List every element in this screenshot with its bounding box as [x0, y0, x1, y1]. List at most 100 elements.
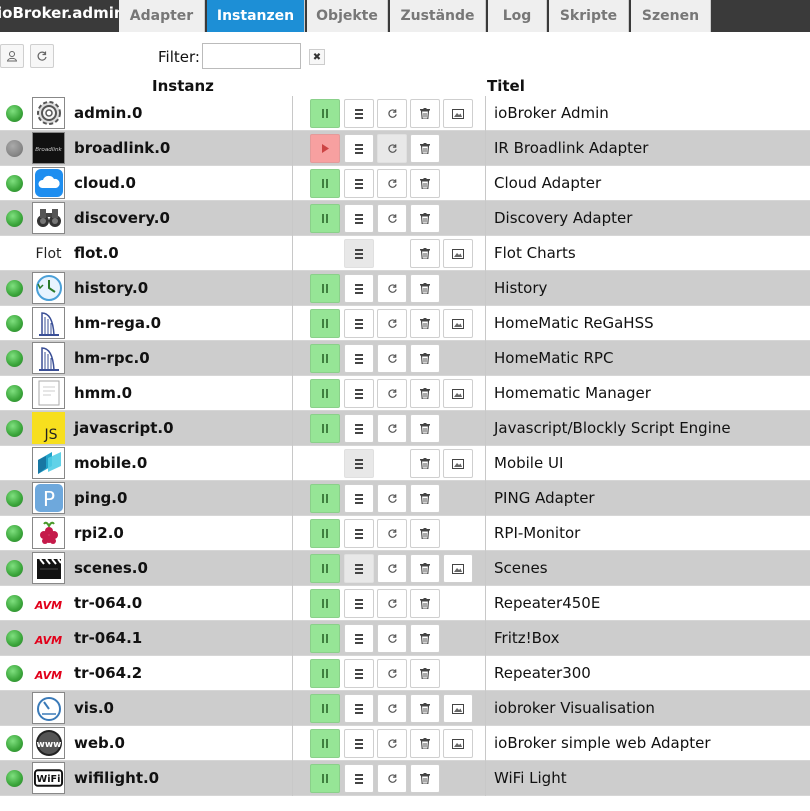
open-web-button[interactable]: [443, 99, 473, 128]
open-web-button[interactable]: [443, 554, 473, 583]
pause-instance-button[interactable]: [310, 519, 340, 548]
delete-button[interactable]: [410, 169, 440, 198]
open-web-button[interactable]: [443, 449, 473, 478]
pause-instance-button[interactable]: [310, 309, 340, 338]
pause-instance-button[interactable]: [310, 379, 340, 408]
tab-adapter[interactable]: Adapter: [119, 0, 205, 32]
tab-skripte[interactable]: Skripte: [549, 0, 629, 32]
pause-instance-button[interactable]: [310, 624, 340, 653]
config-button[interactable]: [344, 99, 374, 128]
config-button[interactable]: [344, 134, 374, 163]
config-button[interactable]: [344, 589, 374, 618]
config-button[interactable]: [344, 659, 374, 688]
homematic-icon: [32, 342, 65, 374]
config-button[interactable]: [344, 204, 374, 233]
pause-instance-button[interactable]: [310, 484, 340, 513]
config-button[interactable]: [344, 274, 374, 303]
reload-button[interactable]: [377, 589, 407, 618]
delete-button[interactable]: [410, 729, 440, 758]
reload-button[interactable]: [377, 729, 407, 758]
delete-button[interactable]: [410, 204, 440, 233]
reload-button[interactable]: [377, 169, 407, 198]
reload-button[interactable]: [377, 624, 407, 653]
pause-instance-button[interactable]: [310, 729, 340, 758]
config-button[interactable]: [344, 379, 374, 408]
config-button[interactable]: [344, 624, 374, 653]
delete-button[interactable]: [410, 624, 440, 653]
reload-button[interactable]: [377, 519, 407, 548]
config-button[interactable]: [344, 169, 374, 198]
ping-icon: P: [32, 482, 65, 514]
delete-button[interactable]: [410, 309, 440, 338]
delete-button[interactable]: [410, 379, 440, 408]
reload-button[interactable]: [377, 414, 407, 443]
header-title: Titel: [487, 77, 525, 95]
instance-name: admin.0: [74, 104, 143, 122]
tab-objekte[interactable]: Objekte: [307, 0, 388, 32]
reload-button[interactable]: [377, 379, 407, 408]
config-button[interactable]: [344, 694, 374, 723]
pause-instance-button[interactable]: [310, 204, 340, 233]
pause-instance-button[interactable]: [310, 589, 340, 618]
delete-button[interactable]: [410, 589, 440, 618]
delete-button[interactable]: [410, 449, 440, 478]
open-web-button[interactable]: [443, 239, 473, 268]
delete-button[interactable]: [410, 519, 440, 548]
pause-instance-button[interactable]: [310, 274, 340, 303]
refresh-icon[interactable]: [30, 44, 54, 68]
delete-button[interactable]: [410, 764, 440, 793]
delete-button[interactable]: [410, 239, 440, 268]
config-button[interactable]: [344, 764, 374, 793]
delete-button[interactable]: [410, 344, 440, 373]
reload-button[interactable]: [377, 344, 407, 373]
reload-button[interactable]: [377, 309, 407, 338]
start-instance-button[interactable]: [310, 134, 340, 163]
reload-button[interactable]: [377, 554, 407, 583]
reload-button[interactable]: [377, 99, 407, 128]
tab-instanzen[interactable]: Instanzen: [207, 0, 305, 32]
pause-instance-button[interactable]: [310, 659, 340, 688]
reload-button[interactable]: [377, 659, 407, 688]
delete-button[interactable]: [410, 694, 440, 723]
reload-button[interactable]: [377, 764, 407, 793]
open-web-button[interactable]: [443, 379, 473, 408]
delete-button[interactable]: [410, 134, 440, 163]
javascript-icon: JS: [32, 412, 65, 444]
open-web-button[interactable]: [443, 729, 473, 758]
pause-instance-button[interactable]: [310, 344, 340, 373]
open-web-button[interactable]: [443, 694, 473, 723]
filter-input[interactable]: [202, 43, 301, 69]
reload-button[interactable]: [377, 484, 407, 513]
config-button[interactable]: [344, 729, 374, 758]
reload-button[interactable]: [377, 204, 407, 233]
column-divider: [485, 656, 486, 691]
config-button[interactable]: [344, 484, 374, 513]
delete-button[interactable]: [410, 659, 440, 688]
pause-instance-button[interactable]: [310, 554, 340, 583]
user-icon[interactable]: [0, 44, 24, 68]
open-web-button[interactable]: [443, 309, 473, 338]
delete-button[interactable]: [410, 554, 440, 583]
delete-button[interactable]: [410, 274, 440, 303]
config-button[interactable]: [344, 309, 374, 338]
pause-instance-button[interactable]: [310, 764, 340, 793]
delete-button[interactable]: [410, 414, 440, 443]
pause-instance-button[interactable]: [310, 99, 340, 128]
instance-title: RPI-Monitor: [494, 524, 581, 542]
table-row: vis.0 iobroker Visualisation: [0, 691, 810, 726]
reload-button[interactable]: [377, 694, 407, 723]
pause-instance-button[interactable]: [310, 694, 340, 723]
config-button[interactable]: [344, 519, 374, 548]
config-button[interactable]: [344, 344, 374, 373]
clear-filter-button[interactable]: ✖: [309, 49, 325, 65]
pause-instance-button[interactable]: [310, 414, 340, 443]
tab-log[interactable]: Log: [488, 0, 547, 32]
delete-button[interactable]: [410, 99, 440, 128]
delete-button[interactable]: [410, 484, 440, 513]
tab-zustaende[interactable]: Zustände: [390, 0, 486, 32]
column-divider: [292, 586, 293, 621]
tab-szenen[interactable]: Szenen: [631, 0, 711, 32]
config-button[interactable]: [344, 414, 374, 443]
reload-button[interactable]: [377, 274, 407, 303]
pause-instance-button[interactable]: [310, 169, 340, 198]
